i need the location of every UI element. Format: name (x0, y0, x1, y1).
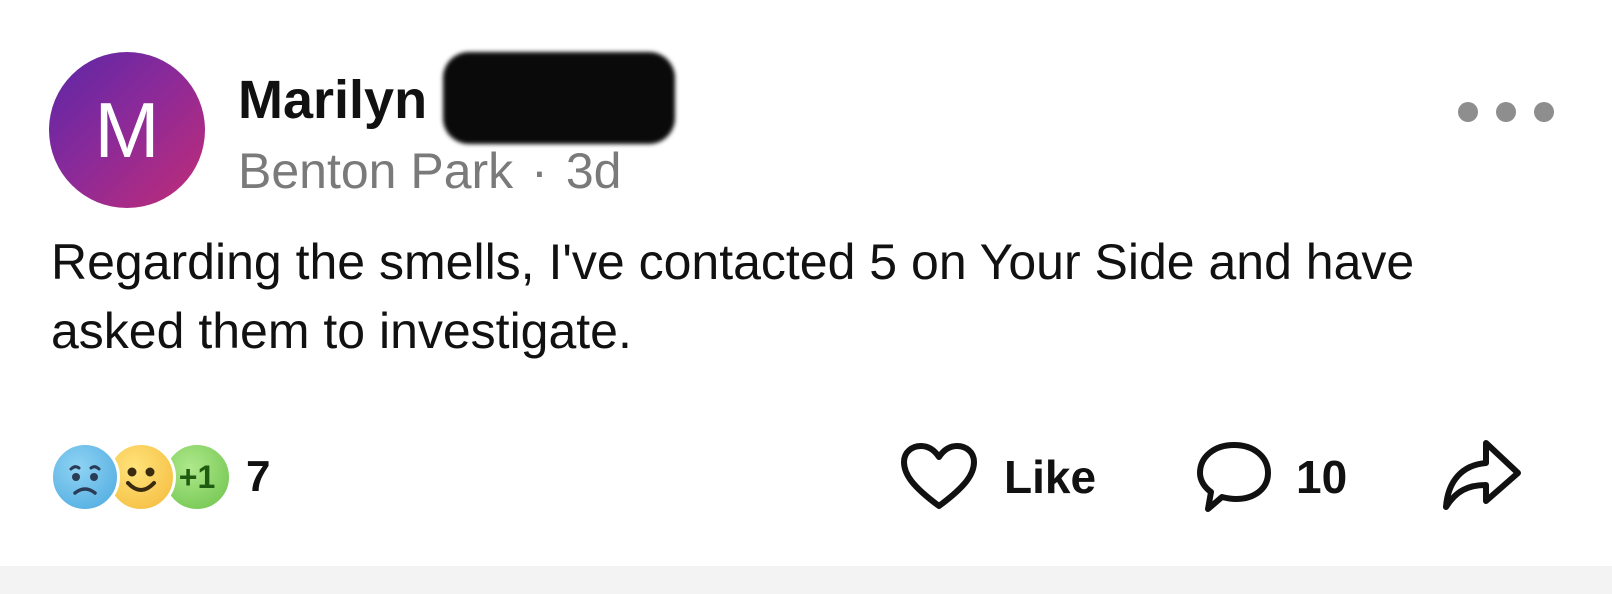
avatar-initial: M (94, 85, 160, 174)
meta-separator: · (531, 143, 548, 199)
share-button[interactable] (1440, 432, 1524, 518)
sad-face-emoji-icon (50, 442, 120, 512)
comment-bubble-icon (1197, 442, 1271, 512)
more-dot-icon (1534, 102, 1554, 122)
more-dot-icon (1496, 102, 1516, 122)
post-age: 3d (565, 143, 622, 199)
like-label: Like (1004, 451, 1097, 503)
post-body: Regarding the smells, I've contacted 5 o… (51, 234, 1415, 359)
author-first-name: Marilyn (238, 70, 428, 130)
more-options-button[interactable] (1458, 98, 1554, 126)
like-button[interactable]: Like (900, 436, 1096, 518)
comment-count: 10 (1296, 451, 1348, 503)
post-meta: Benton Park · 3d (238, 142, 621, 200)
avatar[interactable]: M (49, 52, 205, 208)
reaction-summary[interactable]: +1 7 (50, 440, 270, 514)
divider (0, 566, 1612, 594)
more-dot-icon (1458, 102, 1478, 122)
redaction-mark (443, 52, 676, 144)
heart-icon (901, 443, 977, 509)
author-name[interactable]: Marilyn (238, 52, 676, 146)
share-arrow-icon (1443, 440, 1521, 510)
reaction-count: 7 (246, 452, 271, 501)
post-card: M Marilyn Benton Park · 3d Regarding the s… (0, 0, 1612, 594)
comment-button[interactable]: 10 (1194, 436, 1347, 518)
neighborhood-label[interactable]: Benton Park (238, 143, 513, 199)
